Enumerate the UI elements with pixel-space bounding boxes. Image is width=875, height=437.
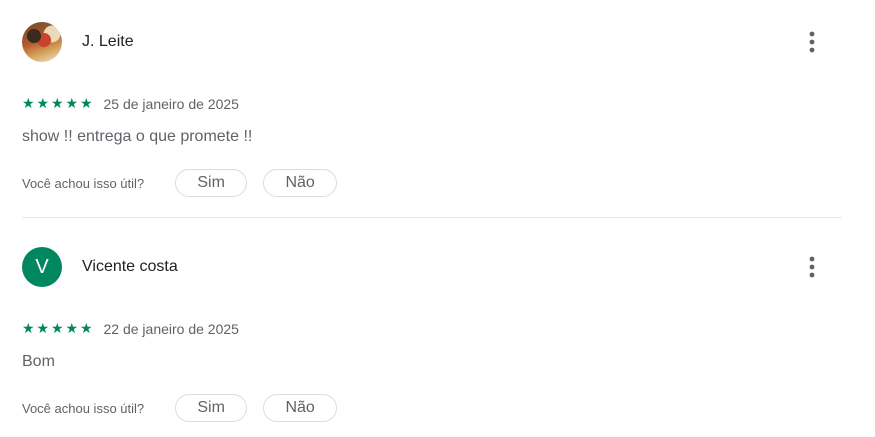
review-date: 22 de janeiro de 2025 [103, 321, 239, 337]
review-header: J. Leite [22, 22, 842, 62]
reviewer-name: J. Leite [82, 33, 134, 50]
helpful-prompt: Você achou isso útil? [22, 175, 145, 191]
helpful-yes-button[interactable]: Sim [175, 169, 248, 197]
helpful-row: Você achou isso útil? Sim Não [22, 168, 338, 198]
star-rating: ★ ★ ★ ★ ★ [22, 322, 94, 336]
star-icon: ★ [36, 321, 50, 337]
more-options-button[interactable] [796, 247, 828, 287]
rating-line: ★ ★ ★ ★ ★ 22 de janeiro de 2025 [22, 321, 239, 337]
helpful-no-button[interactable]: Não [263, 169, 338, 197]
review-text: Bom [22, 353, 55, 370]
reviewer-avatar: V [22, 247, 62, 287]
star-icon: ★ [51, 96, 64, 112]
helpful-row: Você achou isso útil? Sim Não [22, 393, 338, 423]
more-vert-icon [809, 31, 815, 53]
review-header: V Vicente costa [22, 247, 842, 287]
more-vert-icon [809, 256, 815, 278]
star-icon: ★ [22, 96, 35, 112]
star-icon: ★ [65, 321, 79, 337]
star-icon: ★ [22, 321, 35, 337]
review-date: 25 de janeiro de 2025 [103, 96, 239, 112]
more-options-button[interactable] [796, 22, 828, 62]
star-icon: ★ [36, 96, 50, 112]
star-icon: ★ [51, 321, 64, 337]
helpful-prompt: Você achou isso útil? [22, 400, 145, 416]
star-icon: ★ [80, 321, 93, 337]
star-icon: ★ [65, 96, 79, 112]
star-icon: ★ [80, 96, 93, 112]
reviewer-name: Vicente costa [82, 258, 178, 275]
review-text: show !! entrega o que promete !! [22, 128, 253, 145]
rating-line: ★ ★ ★ ★ ★ 25 de janeiro de 2025 [22, 96, 239, 112]
helpful-yes-button[interactable]: Sim [175, 394, 248, 422]
reviewer-avatar [22, 22, 62, 62]
star-rating: ★ ★ ★ ★ ★ [22, 97, 94, 111]
helpful-no-button[interactable]: Não [263, 394, 338, 422]
review-divider [22, 217, 842, 218]
